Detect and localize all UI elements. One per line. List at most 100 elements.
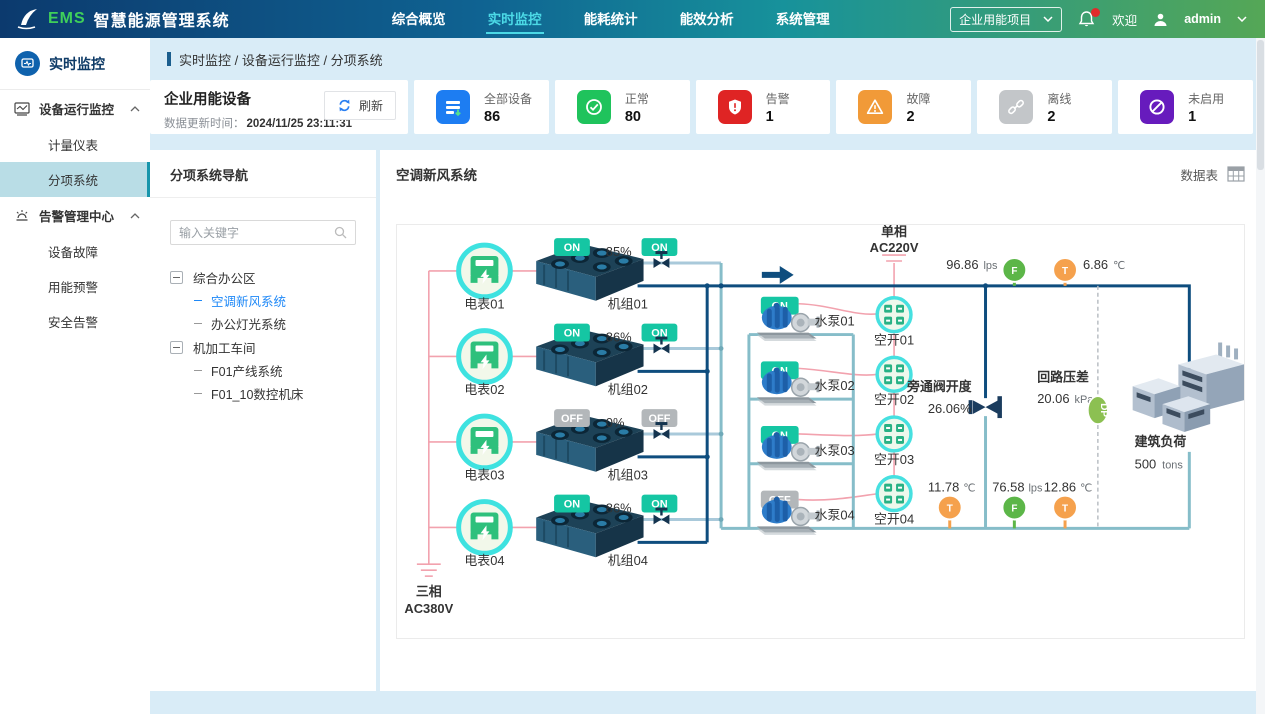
breaker-01[interactable]: 空开01: [874, 298, 914, 348]
sidebar-item-subsystems[interactable]: 分项系统: [0, 162, 150, 197]
svg-text:建筑负荷: 建筑负荷: [1135, 434, 1187, 449]
breaker-04[interactable]: 空开04: [874, 477, 914, 527]
section-label: 告警管理中心: [39, 206, 114, 225]
breadcrumb-bar: [167, 52, 171, 66]
tree-item-office-lighting[interactable]: 办公灯光系统: [170, 312, 376, 335]
tree-node-label: 综合办公区: [193, 268, 256, 287]
collapse-icon[interactable]: [170, 271, 183, 284]
nav-item-energy-stats[interactable]: 能耗统计: [582, 4, 640, 34]
sidebar-section-alarm-center[interactable]: 告警管理中心: [0, 197, 150, 234]
building-load-label: 建筑负荷 500tons: [1135, 434, 1187, 472]
meter-04[interactable]: 电表04: [459, 502, 511, 569]
chiller-unit-02[interactable]: 机组02 ON 86% ON: [536, 324, 677, 398]
stat-value: 1: [766, 109, 790, 125]
device-list-icon: [436, 90, 470, 124]
return-temp-out-sensor[interactable]: T 12.86℃: [1044, 480, 1093, 529]
meter-01[interactable]: 电表01: [459, 245, 511, 312]
prohibited-icon: [1140, 90, 1174, 124]
tree-item-hvac-fresh-air[interactable]: 空调新风系统: [170, 289, 376, 312]
unit-status-badge: ON: [554, 324, 590, 342]
stat-card-fault: 故障 2: [836, 80, 971, 134]
nav-item-system[interactable]: 系统管理: [774, 4, 832, 34]
valve-icon: [653, 422, 669, 439]
tree-node-machining-shop[interactable]: 机加工车间: [170, 335, 376, 359]
return-temp-in-sensor[interactable]: T 11.78℃: [928, 480, 976, 529]
collapse-icon[interactable]: [170, 341, 183, 354]
svg-text:ON: ON: [564, 328, 580, 340]
sidebar-item-meters[interactable]: 计量仪表: [0, 127, 150, 162]
valve-icon: [653, 508, 669, 525]
svg-text:T: T: [1062, 504, 1068, 515]
svg-text:OFF: OFF: [561, 413, 583, 425]
dash-icon: [194, 300, 202, 302]
svg-text:单相: 单相: [881, 225, 907, 239]
valve-icon: [653, 251, 669, 268]
project-select[interactable]: 企业用能项目: [950, 7, 1062, 32]
tree-node-label: 机加工车间: [193, 338, 256, 357]
stat-label: 离线: [1047, 90, 1071, 107]
user-avatar-icon: [1153, 12, 1168, 27]
chevron-up-icon: [130, 213, 140, 219]
svg-text:F: F: [1011, 504, 1017, 515]
stat-card-all-devices: 全部设备 86: [414, 80, 549, 134]
breadcrumb: 实时监控 / 设备运行监控 / 分项系统: [150, 38, 1253, 80]
svg-text:F: F: [1011, 266, 1017, 277]
device-monitor-icon: [14, 102, 30, 116]
sidebar-item-device-fault[interactable]: 设备故障: [0, 234, 150, 269]
chiller-unit-04[interactable]: 机组04 ON 86% ON: [536, 495, 677, 569]
valve-icon: [653, 337, 669, 354]
chiller-unit-01[interactable]: 机组01 ON 85% ON: [536, 238, 677, 312]
svg-text:20.06kPa: 20.06kPa: [1037, 391, 1094, 406]
dash-icon: [194, 323, 202, 325]
subsystem-nav-panel: 分项系统导航 综合办公区 空调新风系统: [150, 150, 376, 691]
svg-text:电表04: 电表04: [464, 553, 504, 568]
svg-text:26.06%: 26.06%: [928, 401, 972, 416]
scrollbar-thumb[interactable]: [1257, 40, 1264, 170]
svg-text:11.78℃: 11.78℃: [928, 480, 976, 495]
search-icon: [334, 226, 347, 239]
nav-item-overview[interactable]: 综合概览: [390, 4, 448, 34]
sidebar-item-energy-warning[interactable]: 用能预警: [0, 269, 150, 304]
breaker-03[interactable]: 空开03: [874, 417, 914, 467]
chiller-unit-03[interactable]: 机组03 OFF 0% OFF: [536, 409, 677, 483]
broken-link-icon: [999, 90, 1033, 124]
refresh-button[interactable]: 刷新: [324, 91, 396, 120]
chevron-up-icon: [130, 106, 140, 112]
table-grid-icon: [1227, 166, 1245, 182]
tree-item-label: 空调新风系统: [211, 291, 286, 310]
svg-text:空开02: 空开02: [874, 392, 914, 407]
stat-card-offline: 离线 2: [977, 80, 1112, 134]
search-input[interactable]: [179, 226, 334, 240]
bypass-valve[interactable]: 旁通阀开度 26.06%: [906, 379, 1002, 418]
notification-bell-icon[interactable]: [1078, 10, 1096, 28]
page-scrollbar[interactable]: [1256, 38, 1265, 714]
svg-text:水泵02: 水泵02: [815, 378, 855, 393]
nav-item-realtime[interactable]: 实时监控: [486, 4, 544, 34]
breadcrumb-text: 实时监控 / 设备运行监控 / 分项系统: [179, 50, 383, 69]
stat-value: 2: [906, 109, 930, 125]
user-menu-chevron-icon[interactable]: [1237, 16, 1247, 22]
notification-badge: [1091, 8, 1100, 17]
svg-text:76.58lps: 76.58lps: [992, 480, 1043, 495]
supply-temp-sensor[interactable]: T 6.86℃: [1053, 257, 1125, 286]
username[interactable]: admin: [1184, 12, 1221, 26]
sidebar-item-safety-alarm[interactable]: 安全告警: [0, 304, 150, 339]
tree-item-f01-line[interactable]: F01产线系统: [170, 359, 376, 382]
meter-03[interactable]: 电表03: [459, 416, 511, 483]
tree-node-office-area[interactable]: 综合办公区: [170, 265, 376, 289]
nav-item-efficiency[interactable]: 能效分析: [678, 4, 736, 34]
sidebar-section-device-monitor[interactable]: 设备运行监控: [0, 90, 150, 127]
search-box: [170, 220, 356, 245]
stat-label: 正常: [625, 90, 649, 107]
unit-load: 0%: [606, 415, 625, 430]
data-table-button[interactable]: 数据表: [1180, 165, 1245, 184]
left-sidebar: 实时监控 设备运行监控 计量仪表 分项系统 告警管理中心 设备故障 用能预警 安…: [0, 38, 150, 714]
meter-02[interactable]: 电表02: [459, 331, 511, 398]
overview-cards: 企业用能设备 数据更新时间：2024/11/25 23:11:31 刷新: [150, 80, 1253, 134]
dash-icon: [194, 370, 202, 372]
supply-flow-sensor[interactable]: F 96.86lps: [946, 257, 1026, 286]
return-flow-sensor[interactable]: F 76.58lps: [992, 480, 1043, 529]
tree-item-f01-cnc[interactable]: F01_10数控机床: [170, 382, 376, 405]
alarm-shield-icon: [718, 90, 752, 124]
dash-icon: [194, 393, 202, 395]
